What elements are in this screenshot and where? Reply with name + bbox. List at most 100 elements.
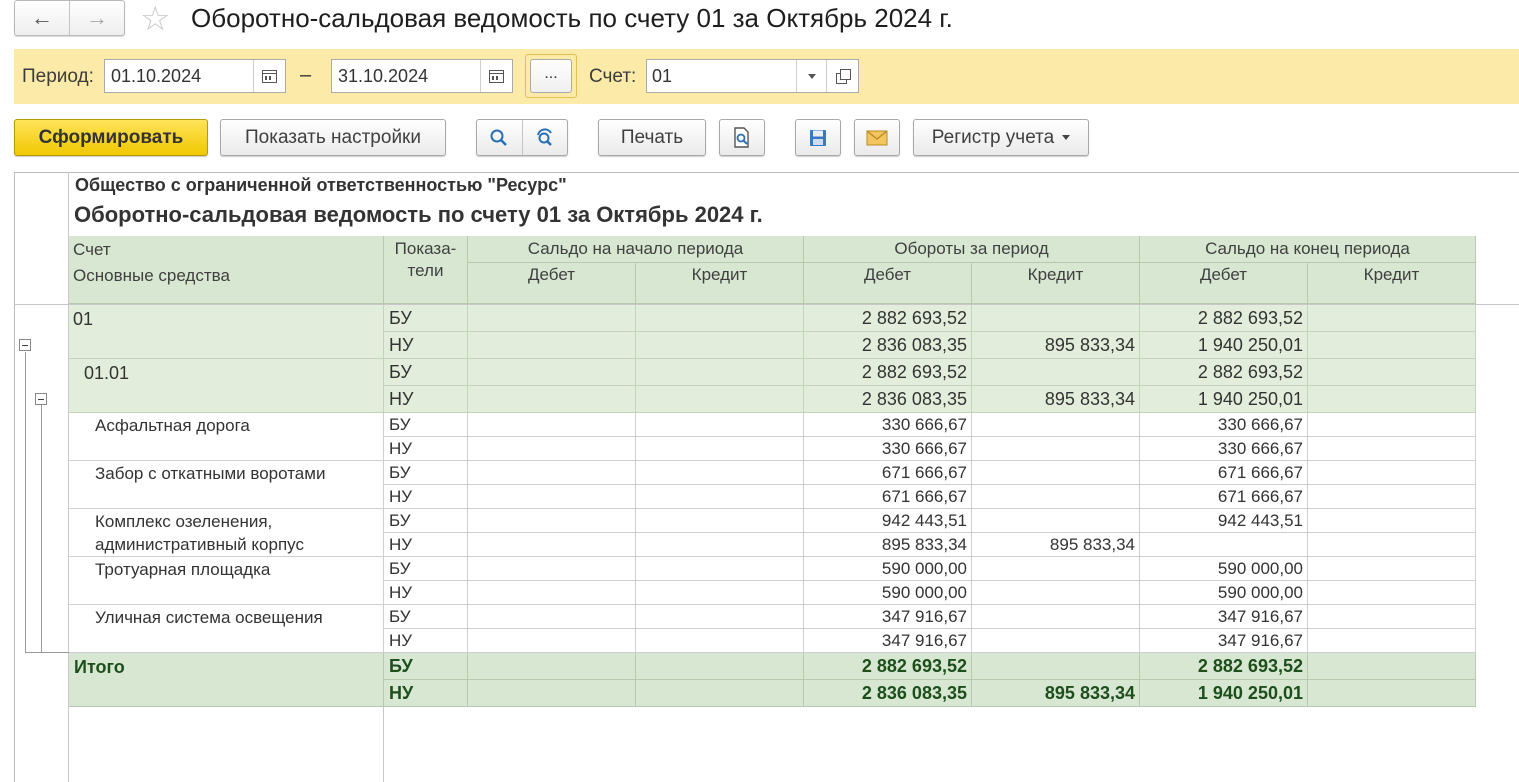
turnover-credit-cell[interactable] (972, 629, 1135, 653)
calendar-icon[interactable] (480, 60, 512, 92)
save-button[interactable] (795, 119, 841, 156)
closing-debit-cell[interactable]: 330 666,67 (1140, 413, 1303, 437)
turnover-credit-cell[interactable] (972, 581, 1135, 605)
indicator-nu[interactable]: НУ (389, 680, 413, 707)
turnover-credit-cell[interactable] (972, 557, 1135, 581)
indicator-bu[interactable]: БУ (389, 413, 411, 437)
closing-debit-cell[interactable]: 2 882 693,52 (1140, 305, 1303, 332)
indicator-nu[interactable]: НУ (389, 386, 413, 413)
closing-debit-cell[interactable]: 1 940 250,01 (1140, 386, 1303, 413)
turnover-debit-cell[interactable]: 347 916,67 (804, 629, 967, 653)
indicator-bu[interactable]: БУ (389, 605, 411, 629)
account-name-line2[interactable]: административный корпус (95, 535, 304, 555)
date-from-value[interactable]: 01.10.2024 (105, 60, 253, 92)
turnover-credit-cell[interactable]: 895 833,34 (972, 680, 1135, 707)
account-name[interactable]: 01.01 (84, 362, 129, 385)
turnover-credit-cell[interactable] (972, 305, 1135, 332)
back-button[interactable]: ← (15, 1, 69, 35)
print-button[interactable]: Печать (598, 119, 706, 156)
account-value[interactable]: 01 (647, 60, 796, 92)
generate-button[interactable]: Сформировать (14, 119, 208, 156)
indicator-bu[interactable]: БУ (389, 461, 411, 485)
search-clear-button[interactable] (521, 120, 568, 155)
total-label[interactable]: Итого (74, 656, 125, 679)
closing-debit-cell[interactable]: 590 000,00 (1140, 557, 1303, 581)
indicator-nu[interactable]: НУ (389, 332, 413, 359)
account-field[interactable]: 01 (646, 59, 859, 93)
turnover-credit-cell[interactable] (972, 653, 1135, 680)
show-settings-button[interactable]: Показать настройки (220, 119, 446, 156)
turnover-debit-cell[interactable]: 590 000,00 (804, 581, 967, 605)
turnover-credit-cell[interactable]: 895 833,34 (972, 533, 1135, 557)
favorite-star-icon[interactable]: ☆ (140, 2, 170, 36)
choose-period-button[interactable]: ... (525, 54, 577, 98)
indicator-nu[interactable]: НУ (389, 629, 412, 653)
turnover-debit-cell[interactable]: 330 666,67 (804, 437, 967, 461)
account-name[interactable]: Забор с откатными воротами (95, 464, 325, 484)
closing-debit-cell[interactable]: 347 916,67 (1140, 629, 1303, 653)
turnover-debit-cell[interactable]: 590 000,00 (804, 557, 967, 581)
closing-debit-cell[interactable]: 1 940 250,01 (1140, 332, 1303, 359)
turnover-debit-cell[interactable]: 2 836 083,35 (804, 386, 967, 413)
indicator-bu[interactable]: БУ (389, 359, 412, 386)
closing-debit-cell[interactable]: 671 666,67 (1140, 461, 1303, 485)
send-email-button[interactable] (854, 119, 900, 156)
closing-debit-cell[interactable] (1140, 533, 1303, 557)
turnover-credit-cell[interactable] (972, 461, 1135, 485)
account-name[interactable]: 01 (73, 308, 93, 331)
turnover-credit-cell[interactable] (972, 605, 1135, 629)
turnover-credit-cell[interactable] (972, 413, 1135, 437)
closing-debit-cell[interactable]: 671 666,67 (1140, 485, 1303, 509)
closing-debit-cell[interactable]: 1 940 250,01 (1140, 680, 1303, 707)
account-name[interactable]: Асфальтная дорога (95, 416, 250, 436)
indicator-bu[interactable]: БУ (389, 653, 413, 680)
indicator-bu[interactable]: БУ (389, 557, 411, 581)
date-from-field[interactable]: 01.10.2024 (104, 59, 286, 93)
closing-debit-cell[interactable]: 590 000,00 (1140, 581, 1303, 605)
account-name[interactable]: Уличная система освещения (95, 608, 323, 628)
closing-debit-cell[interactable]: 942 443,51 (1140, 509, 1303, 533)
indicator-nu[interactable]: НУ (389, 485, 412, 509)
closing-debit-cell[interactable]: 2 882 693,52 (1140, 653, 1303, 680)
turnover-credit-cell[interactable]: 895 833,34 (972, 332, 1135, 359)
open-icon[interactable] (826, 60, 858, 92)
turnover-debit-cell[interactable]: 2 836 083,35 (804, 680, 967, 707)
turnover-credit-cell[interactable] (972, 509, 1135, 533)
chevron-down-icon[interactable] (796, 60, 826, 92)
header-turnover: Обороты за период (804, 236, 1140, 263)
collapse-group-01-icon[interactable] (19, 339, 31, 351)
date-to-value[interactable]: 31.10.2024 (332, 60, 480, 92)
turnover-debit-cell[interactable]: 2 882 693,52 (804, 359, 967, 386)
calendar-icon[interactable] (253, 60, 285, 92)
turnover-debit-cell[interactable]: 671 666,67 (804, 485, 967, 509)
turnover-credit-cell[interactable] (972, 359, 1135, 386)
turnover-debit-cell[interactable]: 347 916,67 (804, 605, 967, 629)
turnover-credit-cell[interactable] (972, 485, 1135, 509)
grid-line (1307, 413, 1308, 461)
turnover-debit-cell[interactable]: 671 666,67 (804, 461, 967, 485)
date-to-field[interactable]: 31.10.2024 (331, 59, 513, 93)
turnover-debit-cell[interactable]: 2 882 693,52 (804, 653, 967, 680)
closing-debit-cell[interactable]: 2 882 693,52 (1140, 359, 1303, 386)
turnover-credit-cell[interactable]: 895 833,34 (972, 386, 1135, 413)
forward-button[interactable]: → (69, 1, 124, 35)
indicator-nu[interactable]: НУ (389, 533, 412, 557)
preview-button[interactable] (719, 119, 765, 156)
collapse-group-0101-icon[interactable] (35, 393, 47, 405)
turnover-debit-cell[interactable]: 330 666,67 (804, 413, 967, 437)
indicator-bu[interactable]: БУ (389, 305, 412, 332)
indicator-bu[interactable]: БУ (389, 509, 411, 533)
turnover-credit-cell[interactable] (972, 437, 1135, 461)
closing-debit-cell[interactable]: 330 666,67 (1140, 437, 1303, 461)
turnover-debit-cell[interactable]: 895 833,34 (804, 533, 967, 557)
turnover-debit-cell[interactable]: 942 443,51 (804, 509, 967, 533)
indicator-nu[interactable]: НУ (389, 581, 412, 605)
turnover-debit-cell[interactable]: 2 836 083,35 (804, 332, 967, 359)
account-name[interactable]: Комплекс озеленения, (95, 512, 272, 532)
indicator-nu[interactable]: НУ (389, 437, 412, 461)
closing-debit-cell[interactable]: 347 916,67 (1140, 605, 1303, 629)
account-name[interactable]: Тротуарная площадка (95, 560, 270, 580)
accounting-registry-button[interactable]: Регистр учета (913, 119, 1089, 156)
turnover-debit-cell[interactable]: 2 882 693,52 (804, 305, 967, 332)
search-button[interactable] (477, 120, 522, 155)
